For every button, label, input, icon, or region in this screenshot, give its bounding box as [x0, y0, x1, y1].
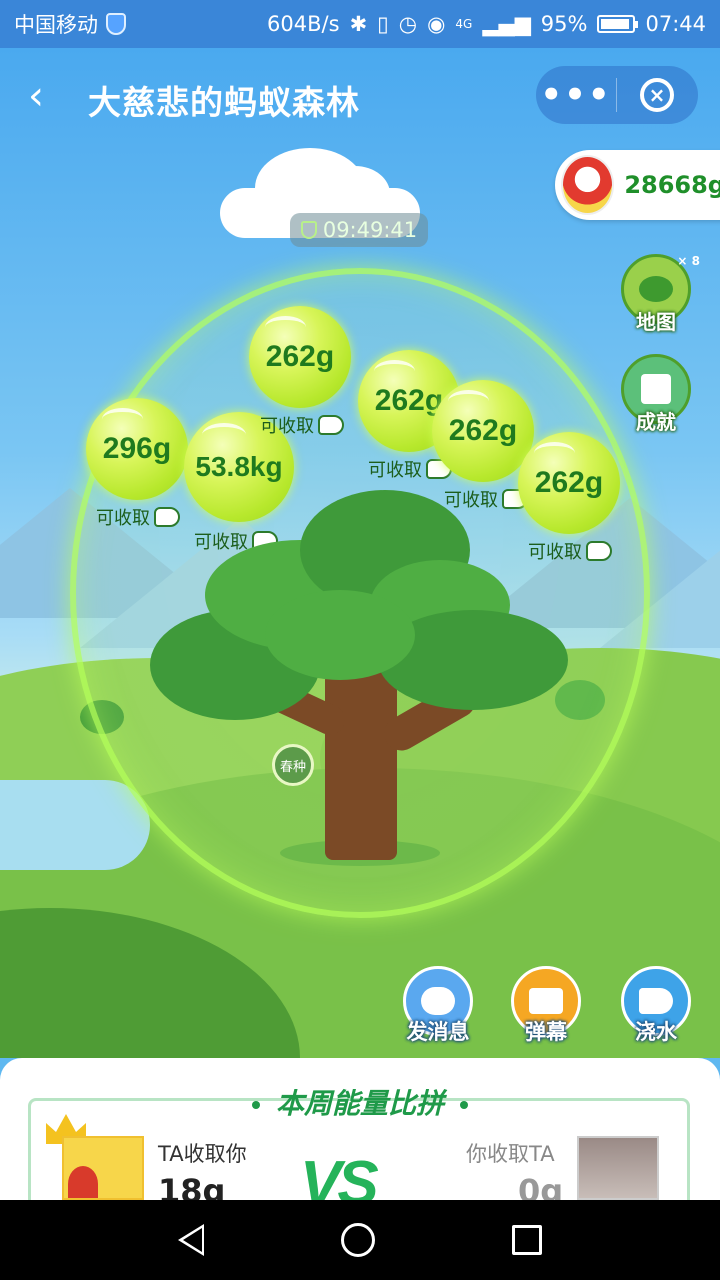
collect-label: 可收取: [444, 486, 528, 512]
map-label: 地图: [636, 310, 676, 334]
signal-icon: ▂▄▆: [482, 12, 531, 36]
mini-program-capsule: ••• ×: [536, 66, 698, 124]
send-message-button[interactable]: 发消息: [400, 966, 476, 1046]
battery-icon: [597, 15, 639, 33]
network-type: 4G: [455, 17, 473, 31]
hand-icon: [318, 415, 344, 435]
hand-icon: [586, 541, 612, 561]
pond: [0, 780, 150, 870]
carrier-label: 中国移动: [14, 13, 98, 37]
ta-collected-label: TA收取你: [158, 1142, 247, 1166]
protection-timer: 09:49:41: [290, 213, 428, 247]
system-nav-bar: [0, 1200, 720, 1280]
timer-value: 09:49:41: [322, 218, 418, 242]
close-button[interactable]: ×: [617, 78, 697, 112]
collect-label: 可收取: [260, 412, 344, 438]
achievement-label: 成就: [636, 410, 676, 434]
card-title: 本周能量比拼: [0, 1082, 720, 1122]
energy-bubble[interactable]: 296g: [86, 398, 188, 500]
status-bar: 中国移动 604B/s ✱ ▯ ◷ ◉ 4G ▂▄▆ 95% 07:44: [0, 0, 720, 48]
nav-recent-icon[interactable]: [511, 1225, 542, 1255]
you-collected-label: 你收取TA: [466, 1142, 555, 1166]
page-title: 大慈悲的蚂蚁森林: [88, 83, 360, 122]
tree-canopy: [265, 590, 415, 680]
security-shield-icon: [106, 13, 126, 35]
tree-tag[interactable]: 春种: [272, 744, 314, 786]
collect-label: 可收取: [528, 538, 612, 564]
vibrate-icon: ▯: [377, 12, 389, 36]
danmu-button[interactable]: 弹幕: [508, 966, 584, 1046]
my-avatar: [577, 1136, 659, 1200]
clock: 07:44: [645, 12, 706, 36]
bluetooth-icon: ✱: [349, 12, 368, 36]
water-button[interactable]: 浇水: [618, 966, 694, 1046]
send-message-label: 发消息: [406, 1020, 470, 1044]
map-button[interactable]: × 8 地图: [620, 254, 700, 335]
nav-back-icon[interactable]: [178, 1224, 205, 1256]
achievement-button[interactable]: 成就: [620, 354, 692, 435]
energy-bubble[interactable]: 262g: [432, 380, 534, 482]
collect-label: 可收取: [96, 504, 180, 530]
shield-icon: [300, 221, 317, 239]
danmu-label: 弹幕: [525, 1020, 567, 1044]
avatar: [561, 155, 615, 215]
close-icon: ×: [640, 78, 674, 112]
more-button[interactable]: •••: [536, 78, 616, 112]
collect-label: 可收取: [368, 456, 452, 482]
water-label: 浇水: [635, 1020, 677, 1044]
my-energy-badge[interactable]: 28668g: [555, 150, 720, 220]
title-bar: ‹ 大慈悲的蚂蚁森林 ••• ×: [0, 48, 720, 148]
battery-percent: 95%: [540, 12, 588, 36]
eye-icon: ◉: [427, 12, 446, 36]
friend-avatar: [62, 1136, 144, 1200]
back-button[interactable]: ‹: [28, 76, 64, 118]
nav-home-icon[interactable]: [340, 1223, 375, 1257]
alarm-icon: ◷: [398, 12, 418, 36]
energy-bubble[interactable]: 262g: [249, 306, 351, 408]
energy-total: 28668g: [624, 171, 720, 199]
map-count: × 8: [677, 254, 700, 268]
tree-trunk: [325, 660, 397, 860]
energy-bubble[interactable]: 262g: [518, 432, 620, 534]
hand-icon: [154, 507, 180, 527]
network-speed: 604B/s: [267, 12, 340, 36]
